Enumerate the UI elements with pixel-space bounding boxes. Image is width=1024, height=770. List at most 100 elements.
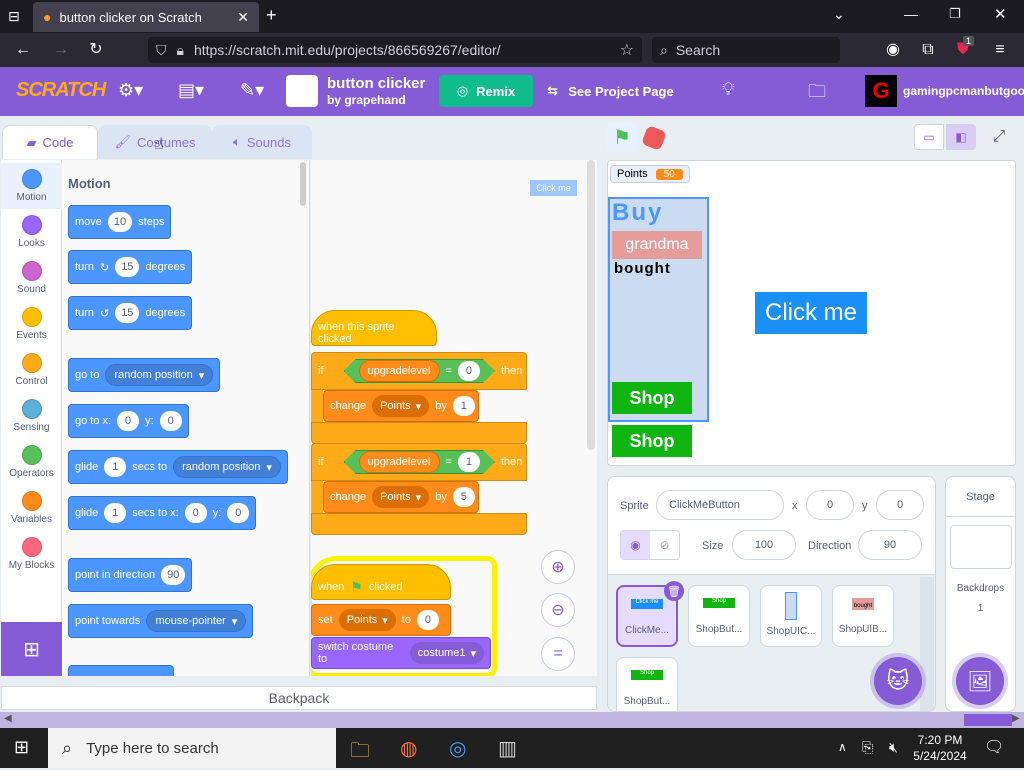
block-move-steps[interactable]: move 10 steps	[68, 205, 172, 239]
author-avatar[interactable]: 🐧︎	[286, 75, 318, 107]
show-hidden-icons-icon[interactable]: ∧	[838, 740, 847, 754]
app-icon[interactable]: ▥	[498, 736, 517, 761]
new-tab-icon[interactable]: +	[266, 5, 277, 26]
shop-button-sprite-2[interactable]: Shop	[612, 425, 692, 457]
search-bar[interactable]: ⌕ Search	[652, 37, 840, 63]
url-bar[interactable]: ⛉ 🔒︎ https://scratch.mit.edu/projects/86…	[148, 37, 642, 63]
block-dropdown[interactable]: costume1 ▾	[409, 642, 484, 664]
lightbulb-icon[interactable]: 💡︎	[722, 79, 735, 100]
page-horizontal-scrollbar[interactable]: ◀ ▶	[0, 712, 1024, 728]
menu-icon[interactable]: ≡	[987, 33, 1013, 67]
block-turn-right[interactable]: turn ↻ 15 degrees	[68, 250, 193, 284]
category-motion[interactable]: Motion	[1, 163, 62, 209]
edit-menu-icon[interactable]: ✎▾	[240, 80, 264, 101]
category-operators[interactable]: Operators	[1, 439, 62, 485]
delete-sprite-button[interactable]: 🗑︎	[664, 581, 684, 601]
block-number-input[interactable]: 0	[458, 361, 480, 381]
block-point-towards[interactable]: point towards mouse-pointer ▾	[68, 604, 254, 638]
zoom-in-button[interactable]: ⊕	[541, 550, 575, 584]
windows-start-icon[interactable]: ⊞	[14, 737, 29, 758]
stage[interactable]: Points 50 Buy grandma bought Shop Shop C…	[607, 160, 1016, 466]
block-dropdown[interactable]: Points ▾	[372, 395, 430, 417]
block-number-input[interactable]: 10	[107, 212, 133, 232]
operator-equals[interactable]: upgradelevel = 0	[344, 359, 495, 383]
category-control[interactable]: Control	[1, 347, 62, 393]
scroll-right-icon[interactable]: ▶	[1012, 713, 1020, 724]
block-point-in-direction[interactable]: point in direction 90	[68, 558, 193, 592]
list-all-tabs-icon[interactable]: ⌄	[833, 6, 845, 23]
green-flag-button[interactable]: ⚑	[607, 122, 637, 152]
reload-icon[interactable]: ↻	[83, 33, 109, 67]
shield-icon[interactable]: ⛉	[156, 42, 167, 59]
tab-sounds[interactable]: 🔈︎ Sounds	[212, 125, 312, 159]
small-stage-button[interactable]: ▭	[914, 124, 944, 150]
block-glide-to[interactable]: glide 1 secs to random position ▾	[68, 450, 288, 484]
remix-button[interactable]: ◎ Remix	[439, 75, 533, 107]
shop-button-sprite-1[interactable]: Shop	[612, 382, 692, 414]
operator-equals[interactable]: upgradelevel = 1	[344, 450, 495, 474]
block-number-input[interactable]: 15	[115, 257, 140, 277]
y-input[interactable]: 0	[876, 490, 924, 520]
block-switch-costume[interactable]: switch costume to costume1 ▾	[311, 637, 491, 669]
block-number-input[interactable]: 1	[104, 457, 127, 477]
script-workspace[interactable]: Click me when this sprite clicked if upg…	[311, 160, 597, 676]
block-number-input[interactable]: 1	[452, 396, 475, 416]
block-glide-to-xy[interactable]: glide 1 secs to x: 0 y: 0	[68, 496, 257, 530]
backdrop-thumbnail[interactable]	[950, 525, 1012, 569]
block-when-sprite-clicked[interactable]: when this sprite clicked	[311, 310, 437, 346]
block-dropdown[interactable]: Points ▾	[338, 609, 396, 631]
block-number-input[interactable]: 0	[117, 411, 140, 431]
block-number-input[interactable]: 0	[416, 610, 439, 630]
notifications-icon[interactable]: 🗨︎	[984, 737, 1004, 757]
block-dropdown[interactable]: random position ▾	[173, 456, 281, 478]
block-when-flag-clicked[interactable]: when ⚑ clicked	[311, 564, 451, 600]
clock-date[interactable]: 5/24/2024	[910, 749, 970, 763]
block-turn-left[interactable]: turn ↺ 15 degrees	[68, 296, 193, 330]
x-input[interactable]: 0	[806, 490, 854, 520]
block-number-input[interactable]: 15	[115, 303, 140, 323]
category-events[interactable]: Events	[1, 301, 62, 347]
choose-sprite-button[interactable]: 🐱︎	[874, 657, 922, 705]
block-dropdown[interactable]: Points ▾	[372, 486, 430, 508]
block-change-points-1[interactable]: change Points ▾ by 1	[323, 390, 479, 422]
tab-close-icon[interactable]: ✕	[237, 9, 249, 26]
lock-icon[interactable]: 🔒︎	[177, 42, 184, 59]
block-number-input[interactable]: 0	[159, 411, 182, 431]
account-icon[interactable]: ◉	[880, 33, 906, 67]
scroll-thumb[interactable]	[964, 714, 1012, 726]
click-me-sprite[interactable]: Click me	[755, 292, 867, 334]
sprite-list-scrollbar[interactable]	[920, 577, 934, 711]
zoom-out-button[interactable]: ⊖	[541, 593, 575, 627]
browser-tab[interactable]: ● button clicker on Scratch ✕	[33, 2, 259, 32]
block-dropdown[interactable]: random position ▾	[105, 364, 214, 386]
add-extension-button[interactable]: ⊞	[1, 622, 62, 676]
user-avatar[interactable]: G	[865, 75, 897, 107]
block-number-input[interactable]: 1	[458, 452, 480, 472]
block-number-input[interactable]: 5	[452, 487, 475, 507]
variable-reporter[interactable]: upgradelevel	[359, 451, 440, 473]
block-number-input[interactable]: 1	[104, 503, 127, 523]
size-input[interactable]: 100	[732, 530, 796, 560]
category-variables[interactable]: Variables	[1, 485, 62, 531]
project-author[interactable]: by grapehand	[327, 93, 406, 107]
my-stuff-folder-icon[interactable]: 🗀	[808, 79, 826, 109]
block-number-input[interactable]: 0	[184, 503, 207, 523]
volume-icon[interactable]: 🔇︎	[889, 739, 898, 756]
tab-list-icon[interactable]: ⊟	[8, 8, 20, 25]
network-icon[interactable]: ⎘	[862, 739, 873, 756]
firefox-icon[interactable]: ◍	[400, 736, 417, 761]
window-close-icon[interactable]: ✕	[994, 5, 1007, 23]
restore-icon[interactable]: ❐	[949, 6, 961, 22]
forward-icon[interactable]: →	[48, 33, 74, 67]
choose-backdrop-button[interactable]: 🖼︎	[956, 657, 1004, 705]
zoom-reset-button[interactable]: =	[541, 637, 575, 671]
category-sound[interactable]: Sound	[1, 255, 62, 301]
extensions-icon[interactable]: ⧉	[915, 33, 941, 67]
block-go-to-xy[interactable]: go to x: 0 y: 0	[68, 404, 189, 438]
sprite-thumb-shopuic[interactable]: ShopUIC...	[760, 585, 822, 647]
see-project-page-button[interactable]: ⇆ See Project Page	[538, 75, 683, 107]
url-text[interactable]: https://scratch.mit.edu/projects/8665692…	[194, 42, 610, 58]
block-change-points-2[interactable]: change Points ▾ by 5	[323, 481, 479, 513]
bookmark-star-icon[interactable]: ☆	[620, 40, 634, 60]
backpack-bar[interactable]: Backpack	[1, 686, 597, 710]
